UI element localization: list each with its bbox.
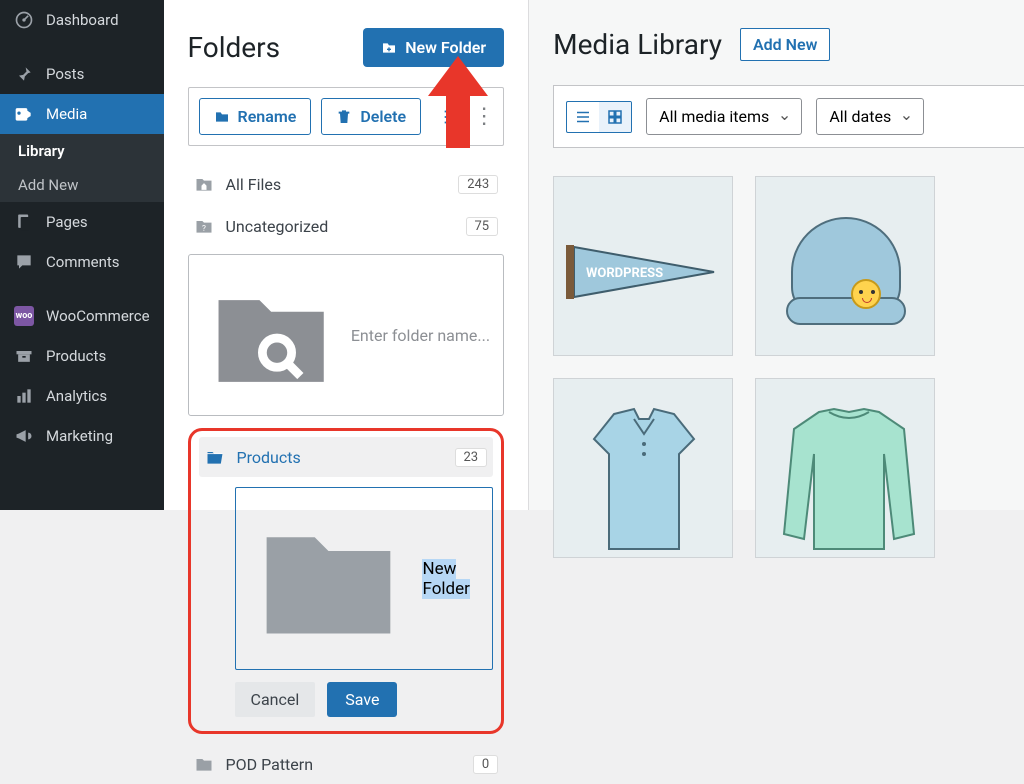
megaphone-icon <box>14 426 34 446</box>
folder-icon <box>194 754 214 774</box>
media-thumbnail[interactable] <box>553 378 733 558</box>
media-icon <box>14 104 34 124</box>
sidebar-item-dashboard[interactable]: Dashboard <box>0 0 164 40</box>
list-view-button[interactable] <box>567 102 599 132</box>
search-folder-icon <box>201 265 341 405</box>
grid-icon <box>606 108 624 126</box>
folder-products[interactable]: Products 23 <box>199 437 494 477</box>
media-filter-bar: All media items All dates <box>553 85 1024 148</box>
sidebar-item-pages[interactable]: Pages <box>0 202 164 242</box>
sidebar-item-posts[interactable]: Posts <box>0 54 164 94</box>
sidebar-label: Pages <box>46 213 88 231</box>
media-grid: WORDPRESS <box>553 176 1024 558</box>
folders-title: Folders <box>188 31 281 64</box>
media-thumbnail-partial <box>957 176 977 356</box>
sidebar-label: WooCommerce <box>46 307 150 325</box>
svg-text:WORDPRESS: WORDPRESS <box>586 266 663 281</box>
folder-all-files[interactable]: All Files 243 <box>188 164 505 204</box>
svg-text:?: ? <box>202 224 206 234</box>
sidebar-label: Comments <box>46 253 120 271</box>
sidebar-label: Products <box>46 347 106 365</box>
folder-icon <box>214 109 230 125</box>
dashboard-icon <box>14 10 34 30</box>
sidebar-item-marketing[interactable]: Marketing <box>0 416 164 456</box>
sidebar-sub-addnew[interactable]: Add New <box>0 168 164 202</box>
home-folder-icon <box>194 174 214 194</box>
media-thumbnail[interactable] <box>755 176 935 356</box>
folder-open-icon <box>205 447 225 467</box>
grid-view-button[interactable] <box>599 102 631 132</box>
sidebar-label: Posts <box>46 65 84 83</box>
sidebar-item-woocommerce[interactable]: woo WooCommerce <box>0 296 164 336</box>
sidebar-item-comments[interactable]: Comments <box>0 242 164 282</box>
cancel-button[interactable]: Cancel <box>235 682 316 717</box>
view-toggle <box>566 101 632 133</box>
new-folder-name-input[interactable]: New Folder <box>235 487 494 670</box>
sidebar-item-media[interactable]: Media <box>0 94 164 134</box>
sidebar-item-analytics[interactable]: Analytics <box>0 376 164 416</box>
list-icon <box>574 108 592 126</box>
woo-icon: woo <box>14 306 34 326</box>
sidebar-label: Analytics <box>46 387 107 405</box>
save-button[interactable]: Save <box>327 682 397 717</box>
media-thumbnail[interactable]: WORDPRESS <box>553 176 733 356</box>
media-date-filter[interactable]: All dates <box>816 98 924 135</box>
folders-panel: Folders New Folder Rename Delete ⋮ All F… <box>164 0 530 510</box>
add-new-button[interactable]: Add New <box>740 28 830 61</box>
folder-search-input[interactable] <box>351 326 491 345</box>
folder-icon <box>246 496 411 661</box>
sidebar-label: Dashboard <box>46 11 119 29</box>
sidebar-item-products[interactable]: Products <box>0 336 164 376</box>
media-library-panel: Media Library Add New All media items Al… <box>529 0 1024 510</box>
media-type-filter[interactable]: All media items <box>646 98 802 135</box>
delete-button[interactable]: Delete <box>321 98 421 135</box>
sidebar-sub-library[interactable]: Library <box>0 134 164 168</box>
highlighted-region: Products 23 New Folder Cancel Save <box>188 428 505 734</box>
sidebar-label: Marketing <box>46 427 113 445</box>
folder-uncategorized[interactable]: ? Uncategorized 75 <box>188 206 505 246</box>
wp-admin-sidebar: Dashboard Posts Media Library Add New Pa… <box>0 0 164 510</box>
comment-icon <box>14 252 34 272</box>
pin-icon <box>14 64 34 84</box>
trash-icon <box>336 109 352 125</box>
folder-search[interactable] <box>188 254 505 416</box>
folder-pod-pattern[interactable]: POD Pattern 0 <box>188 744 505 784</box>
media-title: Media Library <box>553 28 722 61</box>
annotation-arrow <box>427 56 489 148</box>
media-thumbnail[interactable] <box>755 378 935 558</box>
page-icon <box>14 212 34 232</box>
sidebar-label: Media <box>46 105 87 123</box>
folder-question-icon: ? <box>194 216 214 236</box>
rename-button[interactable]: Rename <box>199 98 312 135</box>
bar-chart-icon <box>14 386 34 406</box>
folder-plus-icon <box>381 40 397 56</box>
archive-icon <box>14 346 34 366</box>
